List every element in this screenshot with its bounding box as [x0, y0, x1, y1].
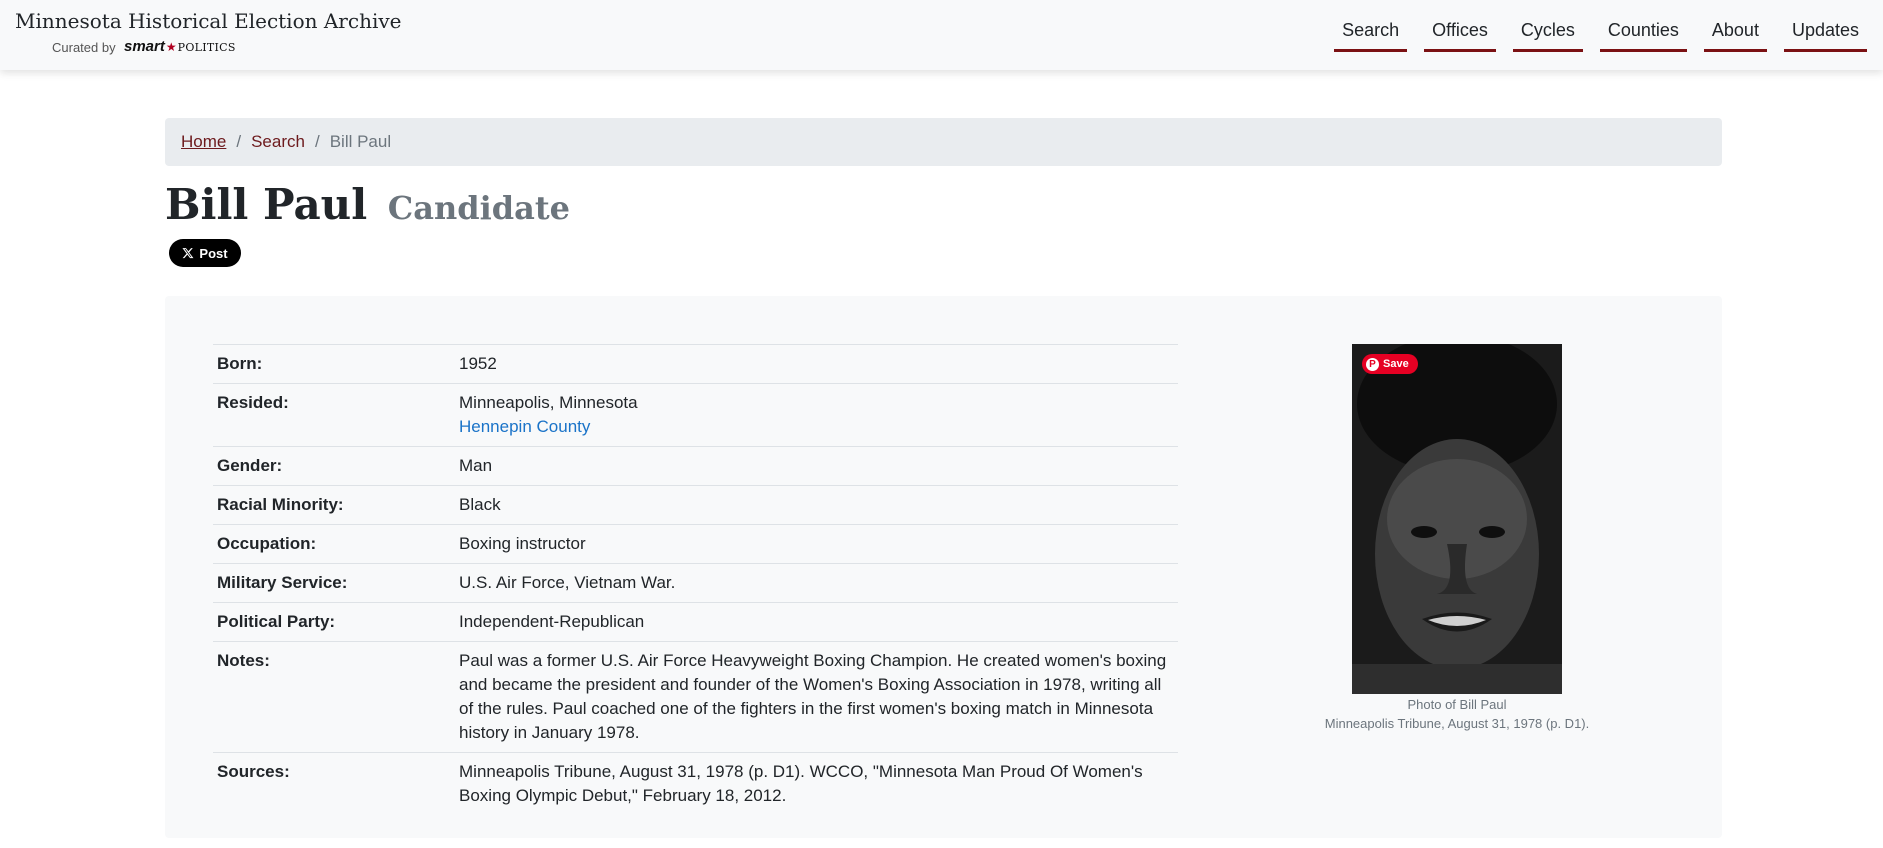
- logo-politics-text: POLITICS: [177, 41, 236, 54]
- resided-cell: Minneapolis, Minnesota Hennepin County: [455, 384, 1178, 447]
- table-row: Racial Minority: Black: [213, 485, 1178, 525]
- site-header: Minnesota Historical Election Archive Cu…: [0, 0, 1883, 70]
- resided-label: Resided:: [217, 393, 289, 412]
- military-service-label: Military Service:: [217, 573, 348, 592]
- x-logo-icon: [182, 248, 194, 259]
- military-service-value: U.S. Air Force, Vietnam War.: [459, 573, 676, 592]
- candidate-info-table: Born: 1952 Resided: Minneapolis, Minneso…: [213, 344, 1178, 815]
- table-row: Gender: Man: [213, 446, 1178, 486]
- portrait-image: [1352, 344, 1562, 694]
- nav-updates[interactable]: Updates: [1783, 20, 1867, 52]
- born-value: 1952: [459, 354, 497, 373]
- candidate-photo[interactable]: P Save: [1352, 344, 1562, 694]
- table-row: Sources: Minneapolis Tribune, August 31,…: [213, 752, 1178, 816]
- candidate-name: Bill Paul: [165, 180, 368, 229]
- post-button-label: Post: [199, 245, 228, 261]
- table-row: Born: 1952: [213, 344, 1178, 384]
- sources-value: Minneapolis Tribune, August 31, 1978 (p.…: [459, 762, 1143, 805]
- nav-cycles[interactable]: Cycles: [1512, 20, 1583, 52]
- site-title[interactable]: Minnesota Historical Election Archive: [15, 9, 401, 33]
- county-link[interactable]: Hennepin County: [459, 417, 590, 436]
- breadcrumb-search[interactable]: Search: [251, 132, 305, 152]
- save-button-label: Save: [1383, 358, 1409, 370]
- notes-label: Notes:: [217, 651, 270, 670]
- curated-by-label: Curated by: [52, 40, 116, 55]
- nav-counties[interactable]: Counties: [1599, 20, 1687, 52]
- sources-label: Sources:: [217, 762, 290, 781]
- pinterest-save-button[interactable]: P Save: [1362, 354, 1418, 374]
- pinterest-icon: P: [1366, 357, 1379, 371]
- x-post-button[interactable]: Post: [169, 239, 241, 267]
- table-row: Resided: Minneapolis, Minnesota Hennepin…: [213, 383, 1178, 447]
- breadcrumb-current: Bill Paul: [329, 132, 392, 151]
- table-row: Notes: Paul was a former U.S. Air Force …: [213, 641, 1178, 753]
- nav-offices[interactable]: Offices: [1424, 20, 1496, 52]
- photo-caption-title: Photo of Bill Paul: [1407, 697, 1507, 712]
- page-subtitle: Candidate: [387, 189, 571, 227]
- breadcrumb-home[interactable]: Home: [181, 132, 226, 152]
- star-icon: ★: [165, 40, 177, 54]
- smart-politics-logo[interactable]: smart★POLITICS: [124, 38, 236, 55]
- racial-minority-value: Black: [459, 495, 501, 514]
- photo-caption-source: Minneapolis Tribune, August 31, 1978 (p.…: [1324, 716, 1590, 731]
- nav-about[interactable]: About: [1703, 20, 1767, 52]
- resided-value: Minneapolis, Minnesota: [459, 393, 638, 412]
- table-row: Military Service: U.S. Air Force, Vietna…: [213, 563, 1178, 603]
- racial-minority-label: Racial Minority:: [217, 495, 344, 514]
- breadcrumb-separator: /: [236, 132, 242, 151]
- nav-search[interactable]: Search: [1334, 20, 1408, 52]
- breadcrumb: Home / Search / Bill Paul: [165, 118, 1722, 166]
- notes-value: Paul was a former U.S. Air Force Heavywe…: [459, 651, 1167, 742]
- gender-value: Man: [459, 456, 493, 475]
- logo-smart-text: smart: [124, 38, 165, 55]
- page-title: Bill Paul Candidate: [165, 180, 570, 229]
- occupation-value: Boxing instructor: [459, 534, 586, 553]
- table-row: Occupation: Boxing instructor: [213, 524, 1178, 564]
- main-nav: Search Offices Cycles Counties About Upd…: [1334, 20, 1867, 52]
- occupation-label: Occupation:: [217, 534, 317, 553]
- gender-label: Gender:: [217, 456, 283, 475]
- photo-caption: Photo of Bill Paul Minneapolis Tribune, …: [1265, 695, 1649, 733]
- born-label: Born:: [217, 354, 263, 373]
- breadcrumb-separator: /: [314, 132, 320, 151]
- political-party-value: Independent-Republican: [459, 612, 645, 631]
- political-party-label: Political Party:: [217, 612, 336, 631]
- candidate-info-card: Born: 1952 Resided: Minneapolis, Minneso…: [165, 296, 1722, 838]
- table-row: Political Party: Independent-Republican: [213, 602, 1178, 642]
